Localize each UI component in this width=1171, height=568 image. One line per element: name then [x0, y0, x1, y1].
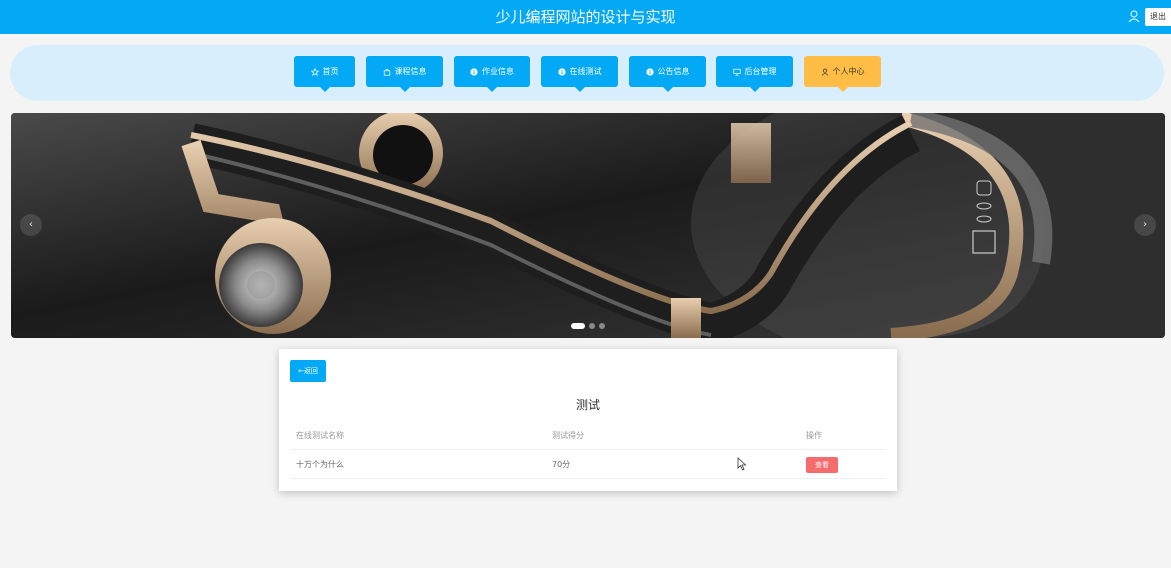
test-results-panel: ←返回 测试 在线测试名称 测试得分 操作 十万个为什么 70分 查看: [279, 349, 897, 491]
column-header-action: 操作: [806, 431, 822, 440]
banner-carousel[interactable]: ‹ ›: [11, 113, 1165, 338]
table-row: 十万个为什么 70分 查看: [290, 451, 886, 479]
score-cell: 70分: [552, 460, 571, 469]
nav-label: 公告信息: [657, 67, 690, 76]
nav-label: 后台管理: [744, 67, 777, 76]
carousel-prev-button[interactable]: ‹: [20, 214, 42, 236]
nav-label: 在线测试: [569, 67, 602, 76]
nav-label: 作业信息: [482, 67, 514, 76]
star-icon: [310, 67, 319, 76]
carousel-dot-1[interactable]: [571, 323, 585, 329]
carousel-next-button[interactable]: ›: [1134, 214, 1156, 236]
info-icon: [470, 67, 478, 76]
monitor-icon: [732, 68, 741, 76]
top-bar: 少儿编程网站的设计与实现 退出: [0, 0, 1171, 34]
back-button[interactable]: ←返回: [290, 360, 326, 382]
carousel-dot-3[interactable]: [599, 323, 605, 329]
view-button[interactable]: 查看: [806, 457, 838, 473]
column-header-score: 测试得分: [552, 431, 584, 440]
main-nav: 首页 课程信息 作业信息 在线测试 公告信息 后台管理 个人中心: [10, 45, 1164, 101]
nav-label: 首页: [322, 67, 339, 76]
nav-item-home[interactable]: 首页: [294, 56, 355, 92]
column-header-test-name: 在线测试名称: [296, 431, 344, 440]
bag-icon: [383, 68, 390, 76]
nav-label: 课程信息: [394, 67, 427, 76]
test-name-cell: 十万个为什么: [296, 460, 344, 469]
carousel-dot-2[interactable]: [589, 323, 595, 329]
nav-label: 个人中心: [832, 67, 865, 76]
nav-item-profile[interactable]: 个人中心: [804, 56, 881, 92]
banner-image: [11, 113, 1165, 338]
info-icon: [645, 67, 654, 76]
table-header: 在线测试名称 测试得分 操作: [290, 422, 886, 450]
nav-item-courses[interactable]: 课程信息: [366, 56, 443, 92]
user-icon[interactable]: [1127, 9, 1141, 23]
person-icon: [821, 68, 828, 76]
nav-item-homework[interactable]: 作业信息: [454, 56, 530, 92]
logout-button[interactable]: 退出: [1145, 8, 1171, 26]
panel-title: 测试: [575, 398, 600, 412]
nav-item-admin[interactable]: 后台管理: [716, 56, 793, 92]
nav-item-online-test[interactable]: 在线测试: [541, 56, 618, 92]
site-title: 少儿编程网站的设计与实现: [495, 8, 676, 26]
nav-item-announcements[interactable]: 公告信息: [629, 56, 706, 92]
mouse-cursor-icon: [737, 457, 747, 471]
info-icon: [557, 67, 566, 76]
carousel-indicators: [571, 323, 605, 329]
